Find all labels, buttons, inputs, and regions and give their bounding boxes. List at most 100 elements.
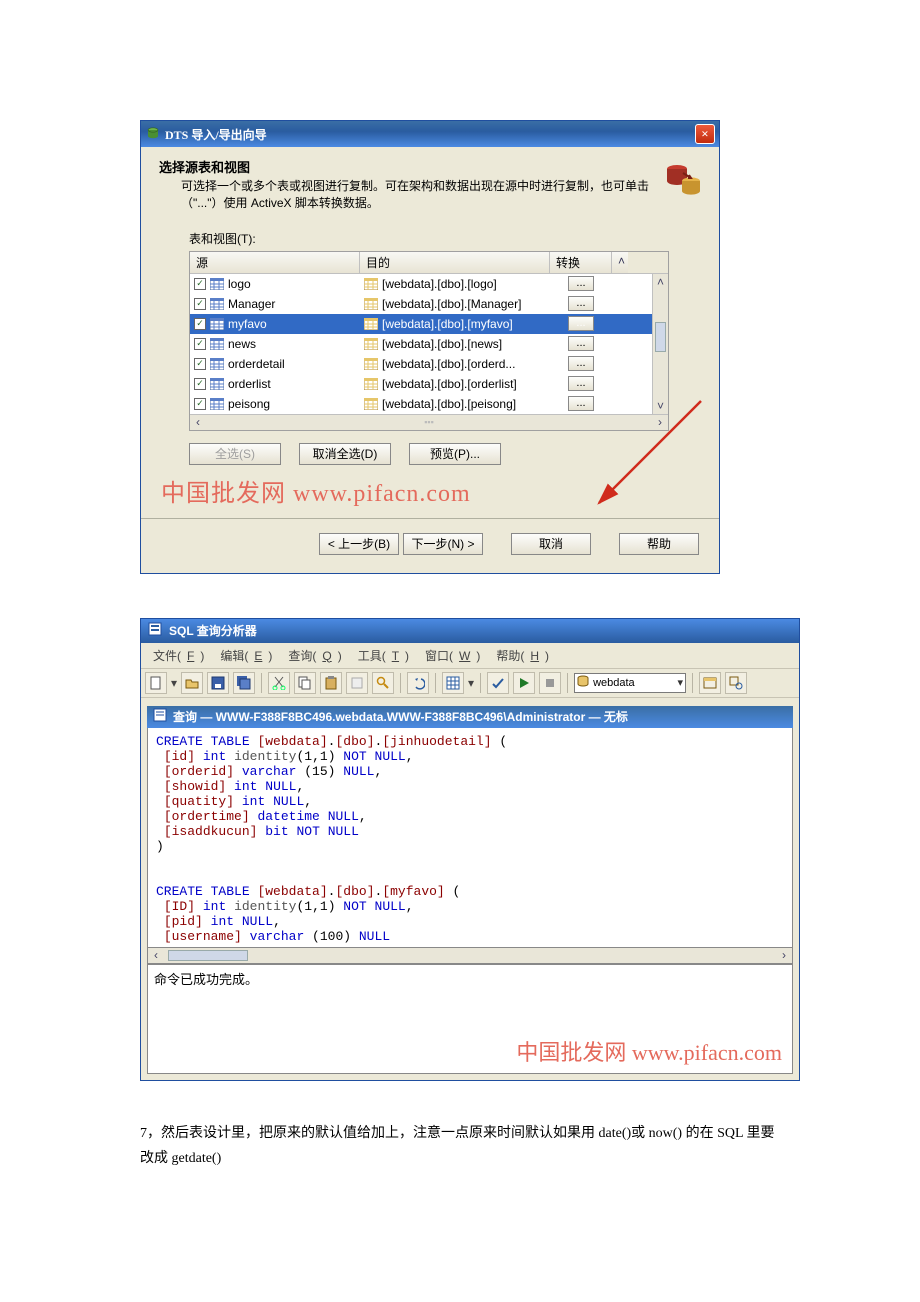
transform-ellipsis-button[interactable]: ... <box>568 396 594 411</box>
table-row[interactable]: ✓logo[webdata].[dbo].[logo]... <box>190 274 668 294</box>
row-checkbox[interactable]: ✓ <box>194 278 206 290</box>
object-browser-icon[interactable] <box>699 672 721 694</box>
scroll-left-icon[interactable]: ‹ <box>148 948 164 963</box>
transform-ellipsis-button[interactable]: ... <box>568 316 594 331</box>
cancel-button[interactable]: 取消 <box>511 533 591 555</box>
sql-menubar: 文件(F)编辑(E)查询(Q) 工具(T)窗口(W)帮助(H) <box>141 643 799 668</box>
transform-ellipsis-button[interactable]: ... <box>568 336 594 351</box>
watermark-text: 中国批发网 www.pifacn.com <box>516 1035 782 1067</box>
scroll-thumb[interactable] <box>655 322 666 352</box>
scroll-right-icon[interactable]: › <box>776 948 792 963</box>
table-row[interactable]: ✓orderdetail[webdata].[dbo].[orderd.....… <box>190 354 668 374</box>
dts-header-description: 可选择一个或多个表或视图进行复制。可在架构和数据出现在源中时进行复制，也可单击（… <box>159 178 661 212</box>
grid-vertical-scrollbar[interactable]: ˄ ˅ <box>652 274 668 414</box>
table-icon <box>364 398 378 410</box>
col-header-source[interactable]: 源 <box>190 252 360 273</box>
sql-app-icon <box>147 621 163 640</box>
next-button[interactable]: 下一步(N) > <box>403 533 483 555</box>
save-icon[interactable] <box>207 672 229 694</box>
paste-icon[interactable] <box>320 672 342 694</box>
clear-icon[interactable] <box>346 672 368 694</box>
table-row[interactable]: ✓myfavo[webdata].[dbo].[myfavo]... <box>190 314 668 334</box>
close-button[interactable]: × <box>695 124 715 144</box>
source-table-name: Manager <box>228 297 275 311</box>
table-icon <box>364 298 378 310</box>
copy-icon[interactable] <box>294 672 316 694</box>
close-icon: × <box>701 126 708 142</box>
database-combobox[interactable]: webdata ▾ <box>574 673 686 693</box>
cut-icon[interactable] <box>268 672 290 694</box>
sql-output-pane: 命令已成功完成。 中国批发网 www.pifacn.com <box>147 964 793 1074</box>
row-checkbox[interactable]: ✓ <box>194 398 206 410</box>
row-checkbox[interactable]: ✓ <box>194 338 206 350</box>
dest-table-name: [webdata].[dbo].[orderlist] <box>382 377 517 391</box>
menu-tools[interactable]: 工具(T) <box>352 646 415 665</box>
dts-title: DTS 导入/导出向导 <box>165 126 695 143</box>
transform-ellipsis-button[interactable]: ... <box>568 376 594 391</box>
col-header-dest[interactable]: 目的 <box>360 252 550 273</box>
table-icon <box>364 338 378 350</box>
stop-icon[interactable] <box>539 672 561 694</box>
dropdown-icon[interactable]: ▾ <box>468 676 474 690</box>
transform-ellipsis-button[interactable]: ... <box>568 356 594 371</box>
sql-editor[interactable]: CREATE TABLE [webdata].[dbo].[jinhuodeta… <box>147 728 793 948</box>
table-icon <box>364 318 378 330</box>
row-checkbox[interactable]: ✓ <box>194 358 206 370</box>
watermark-text: 中国批发网 www.pifacn.com <box>161 473 719 508</box>
tables-label: 表和视图(T): <box>189 230 719 247</box>
scroll-up-icon[interactable]: ˄ <box>612 252 628 273</box>
back-button[interactable]: < 上一步(B) <box>319 533 399 555</box>
menu-query[interactable]: 查询(Q) <box>282 646 347 665</box>
source-table-name: news <box>228 337 256 351</box>
row-checkbox[interactable]: ✓ <box>194 378 206 390</box>
scroll-thumb[interactable] <box>168 950 248 961</box>
table-icon <box>210 378 224 390</box>
parse-icon[interactable] <box>487 672 509 694</box>
help-button[interactable]: 帮助 <box>619 533 699 555</box>
table-icon <box>364 358 378 370</box>
document-paragraph: 7，然后表设计里，把原来的默认值给加上，注意一点原来时间默认如果用 date()… <box>140 1121 780 1171</box>
object-search-icon[interactable] <box>725 672 747 694</box>
dropdown-icon[interactable]: ▾ <box>171 676 177 690</box>
new-icon[interactable] <box>145 672 167 694</box>
menu-edit[interactable]: 编辑(E) <box>214 646 278 665</box>
source-table-name: logo <box>228 277 251 291</box>
source-table-name: peisong <box>228 397 270 411</box>
scroll-right-icon[interactable]: › <box>652 415 668 430</box>
open-icon[interactable] <box>181 672 203 694</box>
row-checkbox[interactable]: ✓ <box>194 318 206 330</box>
menu-file[interactable]: 文件(F) <box>147 646 210 665</box>
scroll-up-icon[interactable]: ˄ <box>653 274 668 290</box>
col-header-transform[interactable]: 转换 <box>550 252 612 273</box>
select-all-button[interactable]: 全选(S) <box>189 443 281 465</box>
table-row[interactable]: ✓Manager[webdata].[dbo].[Manager]... <box>190 294 668 314</box>
transform-ellipsis-button[interactable]: ... <box>568 296 594 311</box>
dts-header-title: 选择源表和视图 <box>159 157 661 176</box>
deselect-all-button[interactable]: 取消全选(D) <box>299 443 391 465</box>
table-row[interactable]: ✓ peisong [webdata].[dbo].[peisong]... <box>190 394 668 414</box>
menu-window[interactable]: 窗口(W) <box>419 646 486 665</box>
grid-horizontal-scrollbar[interactable]: ‹ ▪▪▪ › <box>190 414 668 430</box>
save-all-icon[interactable] <box>233 672 255 694</box>
results-to-grid-icon[interactable] <box>442 672 464 694</box>
sql-output-text: 命令已成功完成。 <box>154 972 258 987</box>
undo-icon[interactable] <box>407 672 429 694</box>
scroll-left-icon[interactable]: ‹ <box>190 415 206 430</box>
dest-table-name: [webdata].[dbo].[peisong] <box>382 397 516 411</box>
table-row[interactable]: ✓news[webdata].[dbo].[news]... <box>190 334 668 354</box>
execute-icon[interactable] <box>513 672 535 694</box>
dts-header-icon <box>661 157 705 201</box>
dest-table-name: [webdata].[dbo].[myfavo] <box>382 317 513 331</box>
chevron-down-icon: ▾ <box>678 676 684 689</box>
table-icon <box>210 278 224 290</box>
editor-horizontal-scrollbar[interactable]: ‹ › <box>147 948 793 964</box>
table-row[interactable]: ✓orderlist[webdata].[dbo].[orderlist]... <box>190 374 668 394</box>
scroll-down-icon[interactable]: ˅ <box>653 398 668 414</box>
source-table-name: orderdetail <box>228 357 285 371</box>
find-icon[interactable] <box>372 672 394 694</box>
preview-button[interactable]: 预览(P)... <box>409 443 501 465</box>
menu-help[interactable]: 帮助(H) <box>490 646 555 665</box>
row-checkbox[interactable]: ✓ <box>194 298 206 310</box>
table-icon <box>210 318 224 330</box>
transform-ellipsis-button[interactable]: ... <box>568 276 594 291</box>
